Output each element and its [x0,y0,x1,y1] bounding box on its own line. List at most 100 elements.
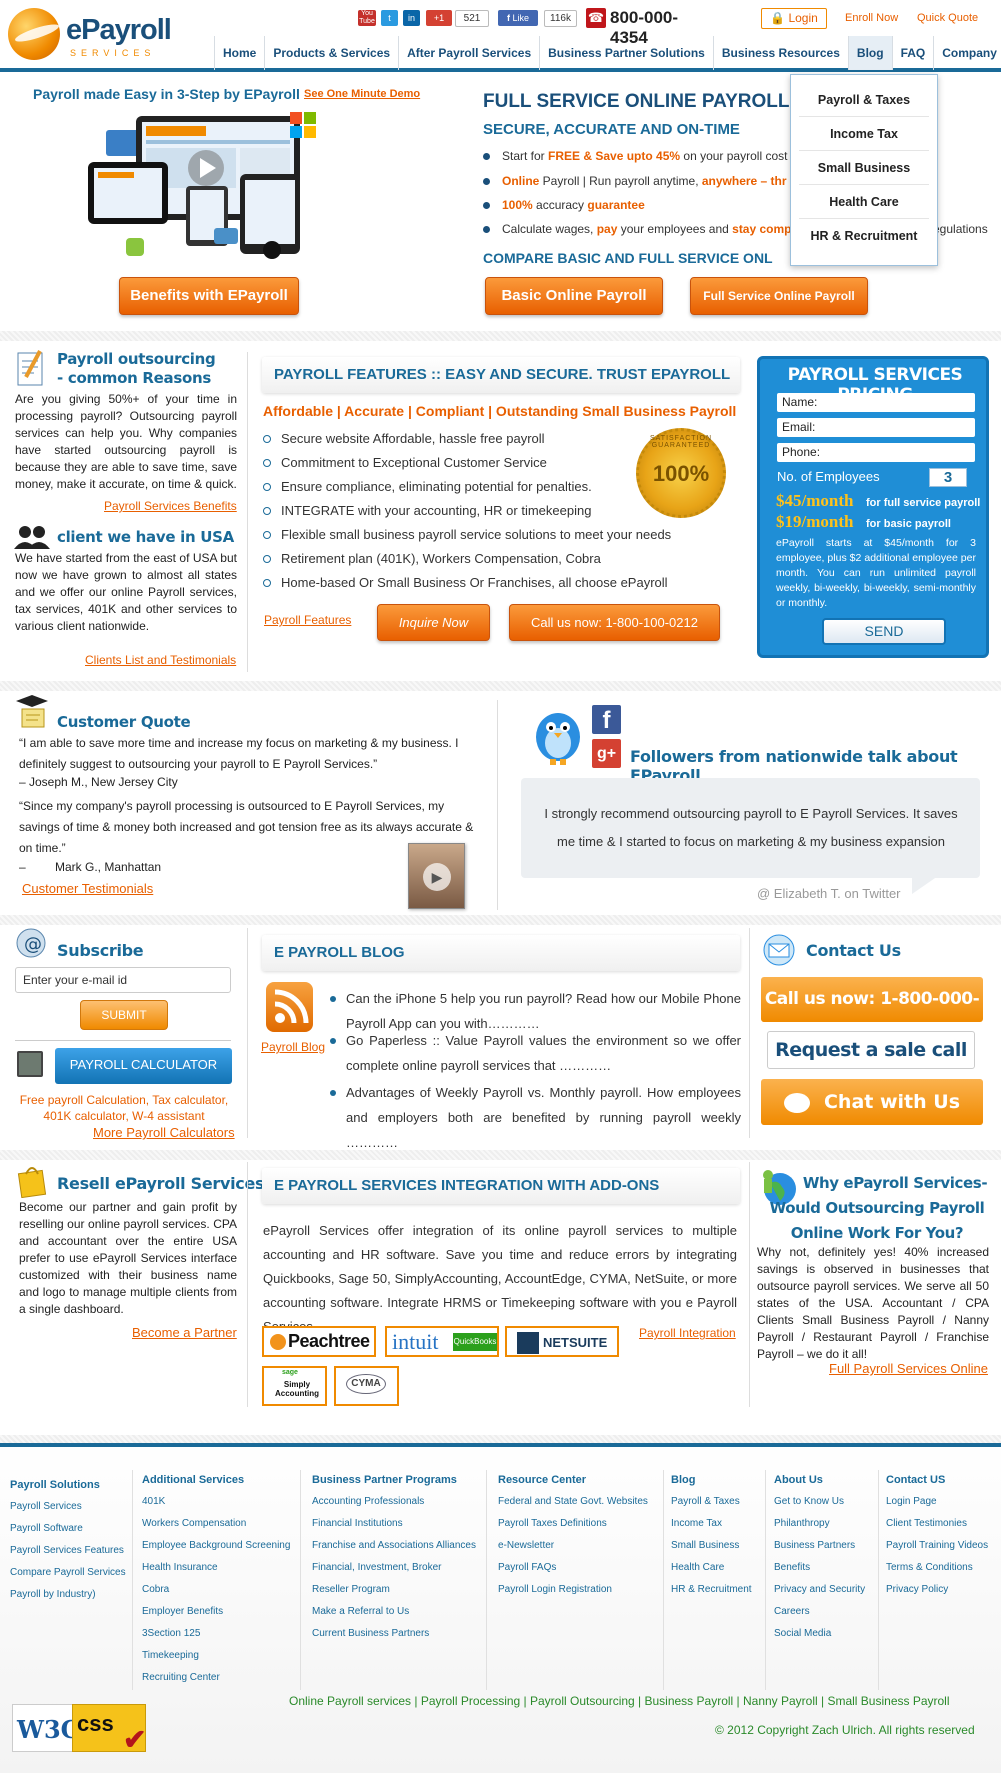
customer-testimonials-link[interactable]: Customer Testimonials [22,881,153,896]
phone-field[interactable]: Phone: [777,443,975,462]
footer-link[interactable]: Employer Benefits [142,1606,290,1628]
footer-link[interactable]: Philanthropy [774,1518,865,1540]
payroll-blog-link[interactable]: Payroll Blog [261,1040,325,1054]
google-plus-icon[interactable]: g+ [592,739,621,768]
dropdown-hr-recruitment[interactable]: HR & Recruitment [799,219,929,253]
video-thumbnail[interactable]: ▶ [408,843,465,909]
call-now-button[interactable]: Call us now: 1-800-000-4354 [761,977,983,1054]
nav-faq[interactable]: FAQ [891,36,934,70]
footer-link[interactable]: Payroll by Industry) [10,1589,126,1611]
footer-link[interactable]: 401K [142,1496,290,1518]
one-minute-demo-link[interactable]: See One Minute Demo [304,88,420,100]
full-service-payroll-button[interactable]: Full Service Online Payroll [690,277,868,315]
blog-item[interactable]: Advantages of Weekly Payroll vs. Monthly… [330,1080,741,1155]
payroll-calculator-button[interactable]: PAYROLL CALCULATOR [55,1048,232,1084]
footer-link[interactable]: Payroll Training Videos [886,1540,988,1562]
dropdown-payroll-taxes[interactable]: Payroll & Taxes [799,83,929,117]
enroll-now-link[interactable]: Enroll Now [845,12,898,24]
footer-link[interactable]: Payroll Taxes Definitions [498,1518,648,1540]
youtube-icon[interactable]: You Tube [358,10,376,26]
netsuite-logo[interactable]: NETSUITE [505,1326,619,1357]
gplus-button[interactable]: +1 [426,10,452,26]
full-payroll-services-link[interactable]: Full Payroll Services Online [829,1361,988,1376]
footer-link[interactable]: Payroll & Taxes [671,1496,752,1518]
footer-link[interactable]: Recruiting Center [142,1672,290,1694]
footer-link[interactable]: Financial, Investment, Broker [312,1562,476,1584]
footer-link[interactable]: Payroll Services [10,1501,126,1523]
footer-link[interactable]: Health Care [671,1562,752,1584]
payroll-features-link[interactable]: Payroll Features [264,613,351,627]
submit-button[interactable]: SUBMIT [80,1000,168,1030]
basic-online-payroll-button[interactable]: Basic Online Payroll [485,277,663,315]
twitter-icon[interactable]: t [381,10,398,26]
inquire-now-button[interactable]: Inquire Now [377,604,490,641]
footer-link[interactable]: Login Page [886,1496,988,1518]
footer-link[interactable]: e-Newsletter [498,1540,648,1562]
footer-link[interactable]: Client Testimonies [886,1518,988,1540]
nav-company[interactable]: Company [933,36,1001,70]
footer-link[interactable]: Privacy and Security [774,1584,865,1606]
intuit-quickbooks-logo[interactable]: intuit QuickBooks [385,1326,499,1357]
footer-link[interactable]: Careers [774,1606,865,1628]
become-partner-link[interactable]: Become a Partner [132,1325,237,1340]
simply-accounting-logo[interactable]: sage Simply Accounting [262,1366,327,1406]
epayroll-logo[interactable]: ePayroll SERVICES [8,8,172,64]
footer-link[interactable]: Federal and State Govt. Websites [498,1496,648,1518]
footer-link[interactable]: Current Business Partners [312,1628,476,1650]
request-sale-call-button[interactable]: Request a sale call [767,1031,975,1069]
footer-link[interactable]: Cobra [142,1584,290,1606]
facebook-icon[interactable]: f [592,705,621,734]
call-us-button[interactable]: Call us now: 1-800-100-0212 [509,604,720,641]
facebook-like-button[interactable]: f Like [498,10,538,26]
employees-input[interactable]: 3 [929,468,967,487]
quick-quote-link[interactable]: Quick Quote [917,12,978,24]
footer-bottom-links[interactable]: Online Payroll services | Payroll Proces… [289,1694,950,1708]
payroll-services-benefits-link[interactable]: Payroll Services Benefits [104,499,237,513]
chat-with-us-button[interactable]: Chat with Us [761,1079,983,1125]
clients-testimonials-link[interactable]: Clients List and Testimonials [85,653,236,667]
footer-link[interactable]: Benefits [774,1562,865,1584]
benefits-button[interactable]: Benefits with EPayroll [119,277,299,315]
footer-link[interactable]: Payroll Login Registration [498,1584,648,1606]
nav-business-resources[interactable]: Business Resources [712,36,848,70]
payroll-integration-link[interactable]: Payroll Integration [639,1326,736,1340]
name-field[interactable]: Name: [777,393,975,412]
footer-link[interactable]: Financial Institutions [312,1518,476,1540]
footer-link[interactable]: Get to Know Us [774,1496,865,1518]
footer-link[interactable]: Reseller Program [312,1584,476,1606]
footer-link[interactable]: Workers Compensation [142,1518,290,1540]
peachtree-logo[interactable]: Peachtree [262,1326,376,1357]
footer-link[interactable]: Payroll FAQs [498,1562,648,1584]
footer-link[interactable]: Payroll Software [10,1523,126,1545]
login-button[interactable]: 🔒 Login [761,8,827,29]
footer-link[interactable]: Health Insurance [142,1562,290,1584]
footer-link[interactable]: Income Tax [671,1518,752,1540]
email-field[interactable]: Email: [777,418,975,437]
nav-blog[interactable]: Blog [847,36,892,70]
send-button[interactable]: SEND [822,618,946,645]
header-phone[interactable]: ☎ 800-000-4354 [586,6,712,47]
footer-link[interactable]: Payroll Services Features [10,1545,126,1567]
footer-link[interactable]: Small Business [671,1540,752,1562]
linkedin-icon[interactable]: in [403,10,420,26]
footer-link[interactable]: Business Partners [774,1540,865,1562]
nav-products-services[interactable]: Products & Services [264,36,398,70]
nav-business-partner[interactable]: Business Partner Solutions [539,36,713,70]
footer-link[interactable]: Privacy Policy [886,1584,988,1606]
nav-home[interactable]: Home [214,36,264,70]
css-badge[interactable]: css ✔ [72,1704,146,1755]
subscribe-email-input[interactable]: Enter your e-mail id [15,967,231,993]
nav-after-payroll[interactable]: After Payroll Services [398,36,539,70]
dropdown-small-business[interactable]: Small Business [799,151,929,185]
footer-link[interactable]: HR & Recruitment [671,1584,752,1606]
footer-link[interactable]: 3Section 125 [142,1628,290,1650]
dropdown-income-tax[interactable]: Income Tax [799,117,929,151]
rss-icon[interactable] [266,982,313,1032]
dropdown-health-care[interactable]: Health Care [799,185,929,219]
blog-item[interactable]: Go Paperless :: Value Payroll values the… [330,1028,741,1078]
footer-link[interactable]: Terms & Conditions [886,1562,988,1584]
cyma-logo[interactable]: CYMA [334,1366,399,1406]
footer-link[interactable]: Compare Payroll Services [10,1567,126,1589]
footer-link[interactable]: Social Media [774,1628,865,1650]
footer-link[interactable]: Make a Referral to Us [312,1606,476,1628]
